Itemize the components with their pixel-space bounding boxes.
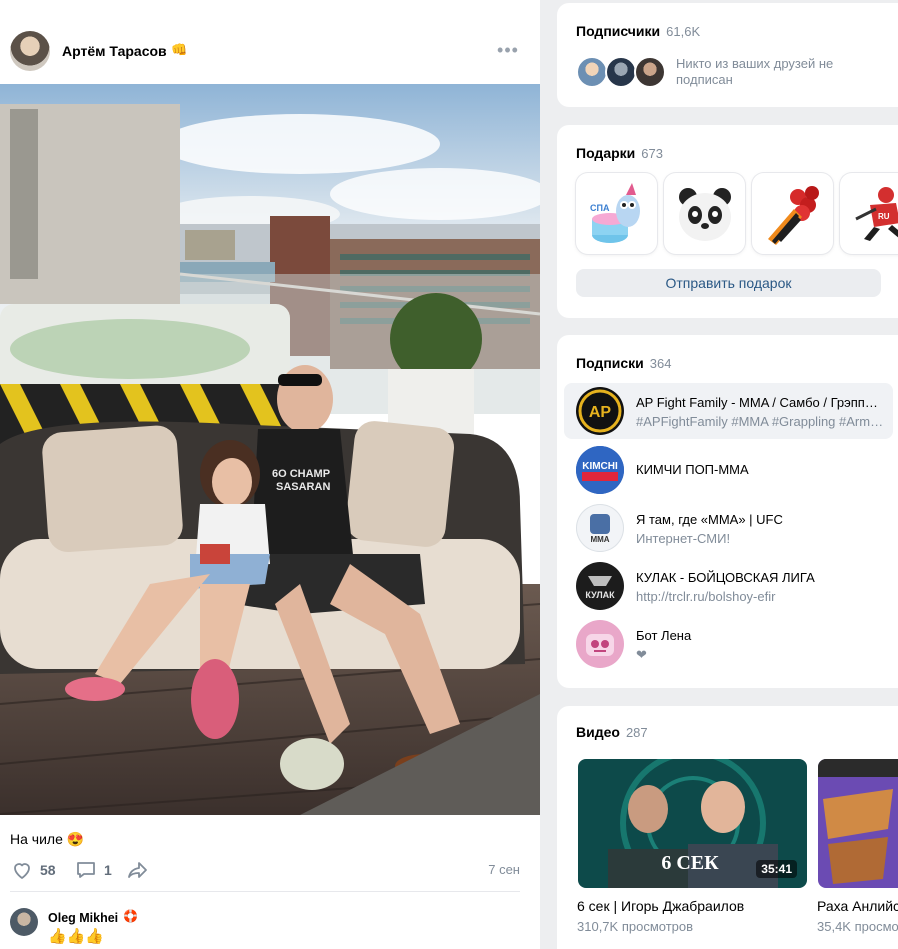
subscriber-avatar[interactable] bbox=[576, 56, 608, 88]
gifts-count: 673 bbox=[641, 146, 663, 161]
kulak-logo-icon: КУЛАК bbox=[585, 576, 615, 600]
subscribers-header[interactable]: Подписчики 61,6K bbox=[576, 23, 700, 39]
ap-fight-logo-icon: AP bbox=[578, 389, 622, 433]
mma-media-logo-icon: ММА bbox=[590, 514, 610, 544]
follows-title: Подписки bbox=[576, 355, 644, 371]
svg-text:СПА: СПА bbox=[590, 203, 610, 213]
follows-count: 364 bbox=[649, 356, 672, 371]
svg-text:6O CHAMP: 6O CHAMP bbox=[272, 468, 330, 480]
subscribers-card: Подписчики 61,6K Никто из ваших друзей не… bbox=[557, 3, 898, 107]
gift-item[interactable] bbox=[664, 173, 745, 254]
subscriber-avatar[interactable] bbox=[605, 56, 637, 88]
comments-divider bbox=[10, 891, 520, 892]
heart-eyes-emoji: 😍 bbox=[66, 831, 85, 847]
post-caption: На чиле 😍 bbox=[10, 831, 84, 848]
follow-avatar bbox=[576, 620, 624, 668]
gifts-title: Подарки bbox=[576, 145, 636, 161]
video-title[interactable]: Раха Анлийский bbox=[817, 898, 898, 914]
gifts-card: Подарки 673 СПА RU Отправить подарок bbox=[557, 125, 898, 318]
video-views: 35,4K просмотров bbox=[817, 919, 898, 934]
svg-text:SASARAN: SASARAN bbox=[276, 481, 330, 493]
follow-item[interactable]: КУЛАК КУЛАК - БОЙЦОВСКАЯ ЛИГА http://trc… bbox=[564, 558, 893, 614]
share-button[interactable] bbox=[126, 858, 150, 882]
follow-item[interactable]: AP AP Fight Family - MMA / Самбо / Грэпп… bbox=[564, 383, 893, 439]
gifts-header[interactable]: Подарки 673 bbox=[576, 145, 663, 161]
video-thumbnail[interactable] bbox=[818, 759, 898, 888]
heart-icon bbox=[14, 863, 30, 879]
video-title[interactable]: 6 сек | Игорь Джабраилов bbox=[577, 898, 744, 914]
follow-item[interactable]: ММА Я там, где «ММА» | UFC Интернет-СМИ! bbox=[564, 500, 893, 556]
post-card: Артём Тарасов 👊 ••• 6O CHAMP SASARAN На … bbox=[0, 0, 540, 949]
follow-avatar: AP bbox=[576, 387, 624, 435]
video-views: 310,7K просмотров bbox=[577, 919, 694, 934]
follow-name: КУЛАК - БОЙЦОВСКАЯ ЛИГА bbox=[636, 570, 815, 585]
videos-card: Видео 287 6 СЕК 35:41 6 сек | Игорь Джабр… bbox=[557, 706, 898, 949]
video-duration: 35:41 bbox=[756, 860, 797, 878]
subscribers-note: Никто из ваших друзей не подписан bbox=[676, 56, 834, 87]
post-photo[interactable]: 6O CHAMP SASARAN bbox=[0, 84, 540, 815]
gift-item[interactable]: СПА bbox=[576, 173, 657, 254]
follow-name: Бот Лена bbox=[636, 628, 692, 643]
follow-item[interactable]: KIMCHI КИМЧИ ПОП-ММА bbox=[564, 442, 893, 498]
follow-avatar: KIMCHI bbox=[576, 446, 624, 494]
follow-item[interactable]: Бот Лена ❤ bbox=[564, 616, 893, 672]
post-photo-illustration: 6O CHAMP SASARAN bbox=[0, 84, 540, 815]
gift-item[interactable]: RU bbox=[840, 173, 898, 254]
follow-avatar: КУЛАК bbox=[576, 562, 624, 610]
follow-subtitle: http://trclr.ru/bolshoy-efir bbox=[636, 589, 776, 604]
comment-icon bbox=[77, 862, 95, 878]
comment-author-name[interactable]: Oleg Mikhei bbox=[48, 911, 118, 925]
follows-card: Подписки 364 AP AP Fight Family - MMA / С… bbox=[557, 335, 898, 688]
post-actions: 58 1 7 сен bbox=[10, 858, 520, 882]
hockey-player-gift-icon: RU bbox=[854, 186, 898, 241]
comment-text: 👍👍👍 bbox=[48, 928, 105, 945]
follow-subtitle: ❤ bbox=[636, 647, 647, 662]
like-count: 58 bbox=[40, 862, 56, 878]
subscribers-count: 61,6K bbox=[666, 24, 701, 39]
follows-header[interactable]: Подписки 364 bbox=[576, 355, 671, 371]
subscriber-avatars bbox=[576, 56, 672, 88]
kulak-logo-text: КУЛАК bbox=[585, 590, 615, 600]
author-badge-icon: 👊 bbox=[171, 42, 188, 57]
caption-text: На чиле bbox=[10, 831, 63, 847]
follow-subtitle: Интернет-СМИ! bbox=[636, 531, 731, 546]
follow-name: Я там, где «ММА» | UFC bbox=[636, 512, 783, 527]
post-date[interactable]: 7 сен bbox=[488, 862, 520, 877]
ribbon-flowers-gift-icon bbox=[767, 185, 819, 245]
like-button[interactable]: 58 bbox=[10, 858, 56, 882]
subscribers-title: Подписчики bbox=[576, 23, 661, 39]
follow-name: КИМЧИ ПОП-ММА bbox=[636, 462, 749, 477]
share-icon bbox=[128, 862, 147, 878]
subscriber-avatar[interactable] bbox=[634, 56, 666, 88]
lifebuoy-icon: 🛟 bbox=[123, 909, 138, 923]
author-name[interactable]: Артём Тарасов bbox=[62, 43, 167, 59]
videos-count: 287 bbox=[625, 725, 648, 740]
ap-logo-text: AP bbox=[589, 404, 612, 421]
video-thumbnail-text: 6 СЕК bbox=[661, 852, 719, 874]
kimchi-logo-text: KIMCHI bbox=[582, 461, 618, 472]
comment-button[interactable]: 1 bbox=[74, 858, 112, 882]
follow-name: AP Fight Family - MMA / Самбо / Грэпплин… bbox=[636, 395, 884, 410]
mma-logo-text: ММА bbox=[590, 535, 609, 544]
cake-bird-gift-icon: СПА bbox=[590, 182, 640, 243]
author-avatar[interactable] bbox=[10, 31, 50, 71]
video-thumbnail[interactable]: 6 СЕК 35:41 bbox=[578, 759, 807, 888]
follow-avatar: ММА bbox=[576, 504, 624, 552]
panda-gift-icon bbox=[678, 187, 731, 241]
comment-author-avatar[interactable] bbox=[10, 908, 38, 936]
send-gift-button[interactable]: Отправить подарок bbox=[576, 269, 881, 297]
videos-title: Видео bbox=[576, 724, 620, 740]
kimchi-logo-icon: KIMCHI bbox=[576, 446, 624, 494]
svg-text:RU: RU bbox=[878, 212, 890, 221]
video-thumbnail-image bbox=[818, 759, 898, 888]
bot-face-icon bbox=[586, 634, 614, 656]
videos-header[interactable]: Видео 287 bbox=[576, 724, 648, 740]
follow-subtitle: #APFightFamily #MMA #Grappling #ArmWrest… bbox=[636, 414, 884, 429]
post-header: Артём Тарасов 👊 ••• bbox=[0, 0, 540, 84]
more-options-button[interactable]: ••• bbox=[496, 40, 520, 60]
comment-count: 1 bbox=[104, 862, 112, 878]
gift-item[interactable] bbox=[752, 173, 833, 254]
